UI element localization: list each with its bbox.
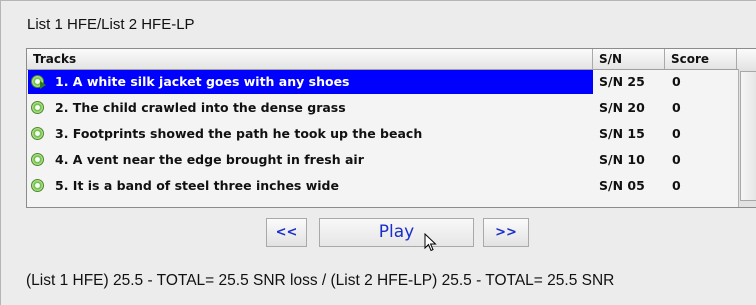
mouse-cursor-icon xyxy=(424,233,437,252)
score-cell: 0 xyxy=(672,152,681,167)
track-cell[interactable]: 2. The child crawled into the dense gras… xyxy=(28,96,593,120)
score-cell: 0 xyxy=(672,178,681,193)
cd-disc-icon xyxy=(31,153,44,166)
previous-button[interactable]: << xyxy=(266,218,307,247)
scrollbar-up-button[interactable] xyxy=(737,49,756,69)
score-cell: 0 xyxy=(672,74,681,89)
panel-title: List 1 HFE/List 2 HFE-LP xyxy=(27,16,195,33)
sn-cell: S/N 05 xyxy=(599,178,645,193)
track-cell[interactable]: 1. A white silk jacket goes with any sho… xyxy=(28,70,593,94)
score-cell: 0 xyxy=(672,100,681,115)
score-cell: 0 xyxy=(672,126,681,141)
next-button[interactable]: >> xyxy=(483,218,529,247)
cd-disc-icon xyxy=(31,127,44,140)
table-row[interactable]: 5. It is a band of steel three inches wi… xyxy=(28,174,736,198)
sn-cell: S/N 20 xyxy=(599,100,645,115)
table-row[interactable]: 2. The child crawled into the dense gras… xyxy=(28,96,736,120)
track-cell[interactable]: 4. A vent near the edge brought in fresh… xyxy=(28,148,593,172)
column-header-score[interactable]: Score xyxy=(665,49,737,69)
sn-cell: S/N 10 xyxy=(599,152,645,167)
column-header-sn[interactable]: S/N xyxy=(593,49,665,69)
column-header-tracks[interactable]: Tracks xyxy=(27,49,593,69)
summary-text: (List 1 HFE) 25.5 - TOTAL= 25.5 SNR loss… xyxy=(26,272,615,289)
tracks-table: Tracks S/N Score 1. A white silk jacket … xyxy=(26,48,756,208)
table-row[interactable]: 3. Footprints showed the path he took up… xyxy=(28,122,736,146)
table-row[interactable]: 4. A vent near the edge brought in fresh… xyxy=(28,148,736,172)
vertical-scrollbar[interactable] xyxy=(738,69,756,207)
track-title: 3. Footprints showed the path he took up… xyxy=(55,126,423,141)
cd-disc-icon xyxy=(31,101,44,114)
track-title: 5. It is a band of steel three inches wi… xyxy=(55,178,339,193)
sn-cell: S/N 15 xyxy=(599,126,645,141)
track-title: 4. A vent near the edge brought in fresh… xyxy=(55,152,364,167)
sn-cell: S/N 25 xyxy=(599,74,645,89)
cd-disc-icon xyxy=(31,179,44,192)
play-arrow-icon xyxy=(40,81,46,89)
table-header: Tracks S/N Score xyxy=(27,49,756,70)
track-title: 2. The child crawled into the dense gras… xyxy=(55,100,346,115)
table-row[interactable]: 1. A white silk jacket goes with any sho… xyxy=(28,70,736,94)
track-cell[interactable]: 5. It is a band of steel three inches wi… xyxy=(28,174,593,198)
app-window: List 1 HFE/List 2 HFE-LP Tracks S/N Scor… xyxy=(0,0,756,305)
scrollbar-thumb[interactable] xyxy=(740,71,756,201)
track-title: 1. A white silk jacket goes with any sho… xyxy=(55,74,350,89)
play-button[interactable]: Play xyxy=(319,218,474,247)
track-cell[interactable]: 3. Footprints showed the path he took up… xyxy=(28,122,593,146)
